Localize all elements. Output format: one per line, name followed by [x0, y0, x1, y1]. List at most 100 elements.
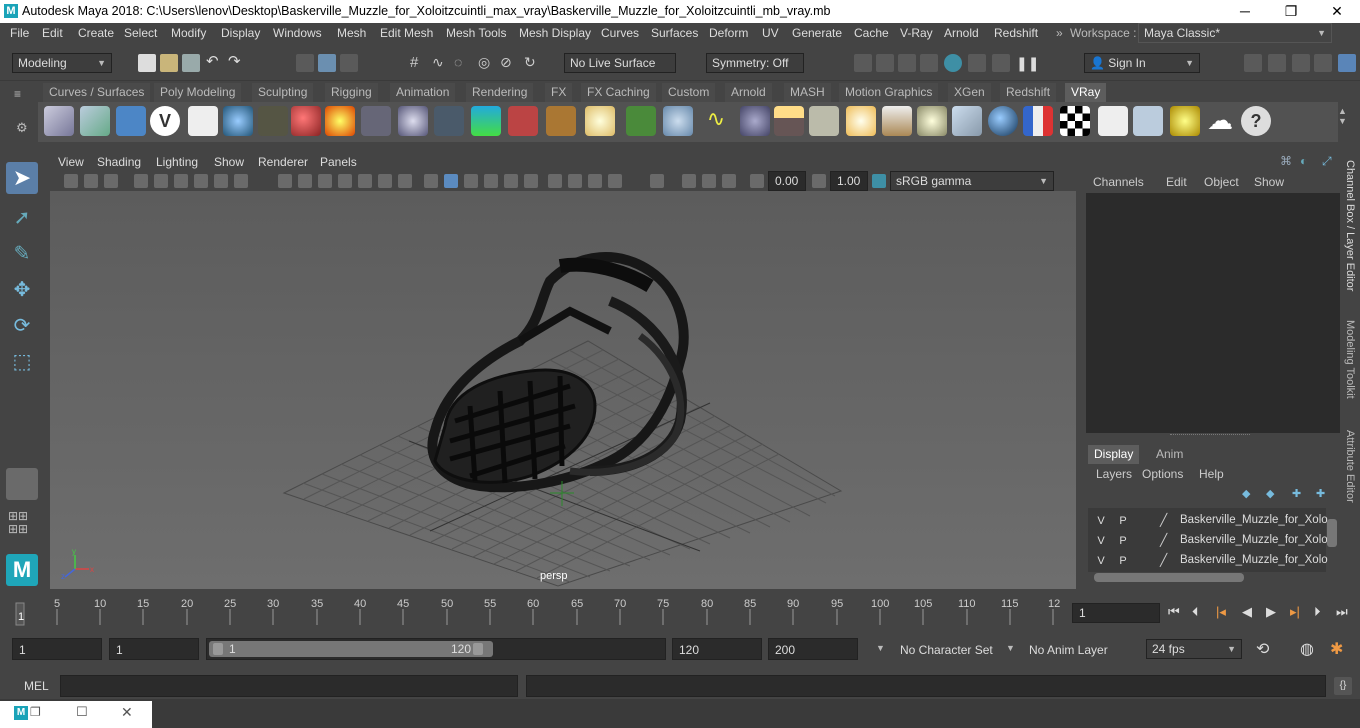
tab-animation[interactable]: Animation: [390, 83, 456, 102]
select-tool-icon[interactable]: ➤: [6, 162, 38, 194]
layer-visibility-toggle[interactable]: V: [1092, 533, 1110, 549]
tab-xgen[interactable]: XGen: [948, 83, 991, 102]
shelf-menu-icon[interactable]: ≡: [14, 88, 32, 100]
menu-cache[interactable]: Cache: [854, 26, 889, 40]
shadows-icon[interactable]: [398, 174, 412, 188]
layer-name[interactable]: Baskerville_Muzzle_for_Xolo: [1180, 554, 1328, 566]
command-input[interactable]: [60, 675, 518, 697]
auto-key-icon[interactable]: ◍: [1300, 639, 1314, 659]
menu-mesh[interactable]: Mesh: [337, 26, 366, 40]
select-object-icon[interactable]: [318, 54, 336, 72]
lasso-tool-icon[interactable]: ➚: [6, 202, 38, 234]
undo-icon[interactable]: ↶: [206, 54, 224, 72]
range-end-handle[interactable]: [473, 643, 483, 655]
help-icon[interactable]: ?: [1241, 106, 1271, 136]
channel-box-menu-object[interactable]: Object: [1204, 175, 1239, 189]
render-view-icon[interactable]: [854, 54, 872, 72]
channel-box-tools-icon[interactable]: ⌘: [1280, 154, 1292, 168]
panel-menu-renderer[interactable]: Renderer: [258, 155, 308, 169]
vray-ies-light-icon[interactable]: [882, 106, 912, 136]
frame-all-icon[interactable]: [682, 174, 696, 188]
symmetry-dropdown[interactable]: Symmetry: Off: [706, 53, 804, 73]
ipr-render-icon[interactable]: [898, 54, 916, 72]
color-space-dropdown[interactable]: sRGB gamma ▼: [890, 171, 1054, 191]
shelf-settings-icon[interactable]: ⚙: [16, 120, 32, 136]
camera-bookmark-icon[interactable]: [84, 174, 98, 188]
grid-icon[interactable]: [278, 174, 292, 188]
save-scene-icon[interactable]: [182, 54, 200, 72]
maximize-icon[interactable]: ☐: [76, 704, 88, 720]
layer-name[interactable]: Baskerville_Muzzle_for_Xolo: [1180, 514, 1328, 526]
go-to-end-icon[interactable]: ⏭: [1336, 604, 1348, 620]
tab-redshift[interactable]: Redshift: [1000, 83, 1057, 102]
film-gate-icon[interactable]: [174, 174, 188, 188]
step-forward-key-icon[interactable]: ▸|: [1290, 604, 1300, 620]
gate-mask-icon[interactable]: [214, 174, 228, 188]
vray-rect-light-icon[interactable]: [809, 106, 839, 136]
rotate-tool-icon[interactable]: ⟳: [6, 310, 38, 342]
range-slider[interactable]: 1 120: [206, 638, 666, 660]
select-component-icon[interactable]: [340, 54, 358, 72]
wireframe-on-shaded-icon[interactable]: [338, 174, 352, 188]
fps-dropdown[interactable]: 24 fps ▼: [1146, 639, 1242, 659]
tab-sculpting[interactable]: Sculpting: [252, 83, 314, 102]
live-surface-field[interactable]: No Live Surface: [564, 53, 676, 73]
vray-bulb-icon[interactable]: [1170, 106, 1200, 136]
new-scene-icon[interactable]: [138, 54, 156, 72]
layer-playback-toggle[interactable]: P: [1114, 553, 1132, 569]
vray-render-sphere-icon[interactable]: [988, 106, 1018, 136]
vray-render-icon[interactable]: [992, 54, 1010, 72]
ambient-occlusion-icon[interactable]: [524, 174, 538, 188]
vray-camera-icon[interactable]: [258, 106, 288, 136]
move-layer-up-icon[interactable]: ◆: [1242, 487, 1250, 500]
playback-start-field[interactable]: 1: [109, 638, 199, 660]
layer-vertical-scrollbar[interactable]: [1327, 519, 1337, 547]
vray-fire-icon[interactable]: [325, 106, 355, 136]
time-slider[interactable]: 1 5 10 15 20 25 30 35 40 45 50 55 60 65 …: [12, 597, 1070, 629]
panel-menu-show[interactable]: Show: [214, 155, 244, 169]
vray-cloud-icon[interactable]: ☁: [1205, 106, 1235, 136]
resolution-gate-icon[interactable]: [194, 174, 208, 188]
layer-playback-toggle[interactable]: P: [1114, 513, 1132, 529]
layer-type-toggle[interactable]: [1138, 513, 1156, 529]
tab-arnold[interactable]: Arnold: [725, 83, 772, 102]
xray-joints-icon[interactable]: [464, 174, 478, 188]
close-button[interactable]: ✕: [1314, 0, 1360, 23]
tab-custom[interactable]: Custom: [662, 83, 716, 102]
wireframe-icon[interactable]: [298, 174, 312, 188]
menu-file[interactable]: File: [10, 26, 29, 40]
depth-of-field-icon[interactable]: [588, 174, 602, 188]
range-start-handle[interactable]: [213, 643, 223, 655]
vray-grass-icon[interactable]: [626, 106, 656, 136]
panel-menu-panels[interactable]: Panels: [320, 155, 357, 169]
playback-end-field[interactable]: 120: [672, 638, 762, 660]
channel-box-menu-channels[interactable]: Channels: [1093, 175, 1144, 189]
redo-icon[interactable]: ↷: [228, 54, 246, 72]
vray-tools-icon[interactable]: [44, 106, 74, 136]
animation-preferences-icon[interactable]: ✱: [1330, 639, 1343, 659]
channel-box-menu-show[interactable]: Show: [1254, 175, 1284, 189]
menu-mesh-tools[interactable]: Mesh Tools: [446, 26, 506, 40]
anti-aliasing-icon[interactable]: [568, 174, 582, 188]
shelf-scroll-icon[interactable]: ▲ ▼: [1338, 106, 1347, 126]
tab-curves-surfaces[interactable]: Curves / Surfaces: [43, 83, 151, 102]
anim-layer-chevron-icon[interactable]: ▼: [1006, 643, 1015, 653]
vray-displacement-icon[interactable]: [546, 106, 576, 136]
move-layer-down-icon[interactable]: ◆: [1266, 487, 1274, 500]
layer-menu-help[interactable]: Help: [1199, 467, 1224, 481]
new-layer-selected-icon[interactable]: ✚: [1316, 487, 1325, 500]
tab-fx[interactable]: FX: [545, 83, 573, 102]
workspace-dropdown[interactable]: Maya Classic* ▼: [1138, 23, 1332, 43]
layer-visibility-toggle[interactable]: V: [1092, 513, 1110, 529]
gamma-field[interactable]: 1.00: [830, 171, 868, 191]
vray-mesh-light-icon[interactable]: [740, 106, 770, 136]
grease-pencil-icon[interactable]: [154, 174, 168, 188]
smooth-shade-icon[interactable]: [318, 174, 332, 188]
vray-script-icon[interactable]: [188, 106, 218, 136]
menu-windows[interactable]: Windows: [273, 26, 322, 40]
modeling-toolkit-icon[interactable]: [1244, 54, 1262, 72]
play-forwards-icon[interactable]: ▶: [1266, 604, 1276, 620]
play-backwards-icon[interactable]: ◀: [1242, 604, 1252, 620]
tab-poly-modeling[interactable]: Poly Modeling: [154, 83, 242, 102]
vray-fur-icon[interactable]: [508, 106, 538, 136]
